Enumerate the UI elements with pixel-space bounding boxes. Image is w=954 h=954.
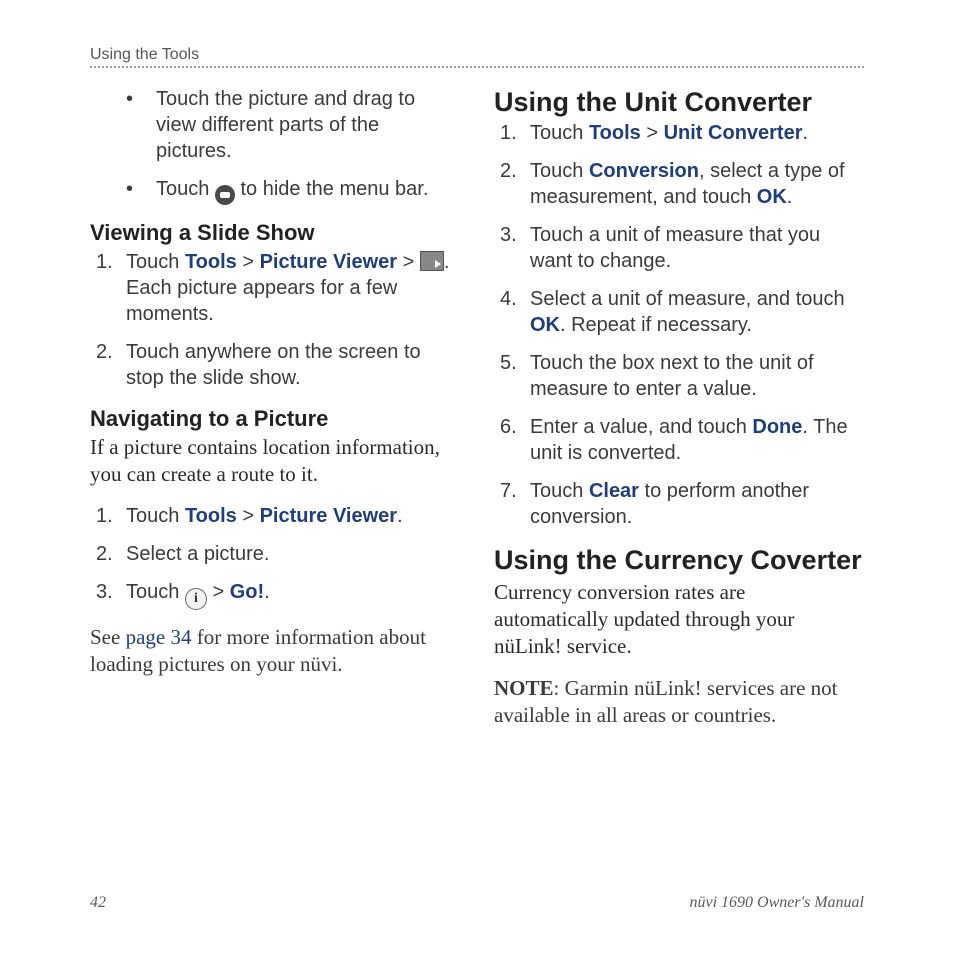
- list-item: Enter a value, and touch Done. The unit …: [500, 414, 864, 466]
- keyword-conversion: Conversion: [589, 160, 699, 182]
- keyword-ok: OK: [530, 314, 560, 336]
- manual-page: Using the Tools Touch the picture and dr…: [0, 0, 954, 954]
- see-also: See page 34 for more information about l…: [90, 624, 460, 679]
- left-column: Touch the picture and drag to view diffe…: [90, 84, 460, 729]
- text: .: [264, 581, 270, 603]
- slideshow-icon: [420, 251, 444, 271]
- text: >: [237, 505, 260, 527]
- hide-menu-icon: [215, 185, 235, 205]
- list-item: Touch the box next to the unit of measur…: [500, 350, 864, 402]
- text: Touch: [156, 178, 215, 200]
- page-footer: 42 nüvi 1690 Owner's Manual: [90, 894, 864, 912]
- bullet-list: Touch the picture and drag to view diffe…: [90, 86, 460, 205]
- list-item: Touch Tools > Picture Viewer.: [96, 503, 460, 529]
- list-item: Touch Conversion, select a type of measu…: [500, 158, 864, 210]
- info-icon: i: [185, 588, 207, 610]
- footer-title: nüvi 1690 Owner's Manual: [689, 894, 864, 912]
- keyword-unit-converter: Unit Converter: [664, 122, 803, 144]
- text: Touch: [126, 251, 185, 273]
- heading-navigate-picture: Navigating to a Picture: [90, 405, 460, 433]
- currency-intro: Currency conversion rates are automatica…: [494, 579, 864, 661]
- note-label: NOTE: [494, 676, 554, 700]
- text: Touch: [530, 160, 589, 182]
- list-item: Touch Tools > Picture Viewer > . Each pi…: [96, 249, 460, 327]
- running-head: Using the Tools: [90, 46, 864, 64]
- text: .: [397, 505, 403, 527]
- heading-unit-converter: Using the Unit Converter: [494, 86, 864, 118]
- keyword-tools: Tools: [589, 122, 641, 144]
- text: >: [207, 581, 230, 603]
- slide-steps: Touch Tools > Picture Viewer > . Each pi…: [90, 249, 460, 391]
- unit-steps: Touch Tools > Unit Converter. Touch Conv…: [494, 120, 864, 530]
- text: Enter a value, and touch: [530, 416, 752, 438]
- list-item: Touch anywhere on the screen to stop the…: [96, 339, 460, 391]
- list-item: Select a unit of measure, and touch OK. …: [500, 286, 864, 338]
- nav-steps: Touch Tools > Picture Viewer. Select a p…: [90, 503, 460, 610]
- columns: Touch the picture and drag to view diffe…: [90, 84, 864, 729]
- text: >: [237, 251, 260, 273]
- text: .: [803, 122, 809, 144]
- header-rule: [90, 66, 864, 68]
- text: .: [787, 186, 793, 208]
- text: Touch: [530, 122, 589, 144]
- text: See: [90, 625, 126, 649]
- nav-intro: If a picture contains location informati…: [90, 434, 460, 489]
- text: . Repeat if necessary.: [560, 314, 752, 336]
- page-number: 42: [90, 894, 106, 912]
- text: >: [397, 251, 420, 273]
- keyword-go: Go!: [230, 581, 264, 603]
- text: to hide the menu bar.: [235, 178, 428, 200]
- text: Touch: [530, 480, 589, 502]
- list-item: Touch the picture and drag to view diffe…: [126, 86, 460, 164]
- keyword-tools: Tools: [185, 251, 237, 273]
- text: Touch: [126, 581, 185, 603]
- keyword-done: Done: [752, 416, 802, 438]
- note: NOTE: Garmin nüLink! services are not av…: [494, 675, 864, 730]
- heading-currency-converter: Using the Currency Coverter: [494, 544, 864, 576]
- text: Select a unit of measure, and touch: [530, 288, 845, 310]
- list-item: Touch i > Go!.: [96, 579, 460, 610]
- heading-slide-show: Viewing a Slide Show: [90, 219, 460, 247]
- text: Touch: [126, 505, 185, 527]
- keyword-ok: OK: [757, 186, 787, 208]
- keyword-tools: Tools: [185, 505, 237, 527]
- list-item: Touch a unit of measure that you want to…: [500, 222, 864, 274]
- keyword-picture-viewer: Picture Viewer: [260, 251, 397, 273]
- list-item: Touch to hide the menu bar.: [126, 176, 460, 205]
- list-item: Touch Tools > Unit Converter.: [500, 120, 864, 146]
- keyword-clear: Clear: [589, 480, 639, 502]
- list-item: Select a picture.: [96, 541, 460, 567]
- keyword-picture-viewer: Picture Viewer: [260, 505, 397, 527]
- list-item: Touch Clear to perform another conversio…: [500, 478, 864, 530]
- right-column: Using the Unit Converter Touch Tools > U…: [494, 84, 864, 729]
- text: >: [641, 122, 664, 144]
- page-link[interactable]: page 34: [126, 625, 192, 649]
